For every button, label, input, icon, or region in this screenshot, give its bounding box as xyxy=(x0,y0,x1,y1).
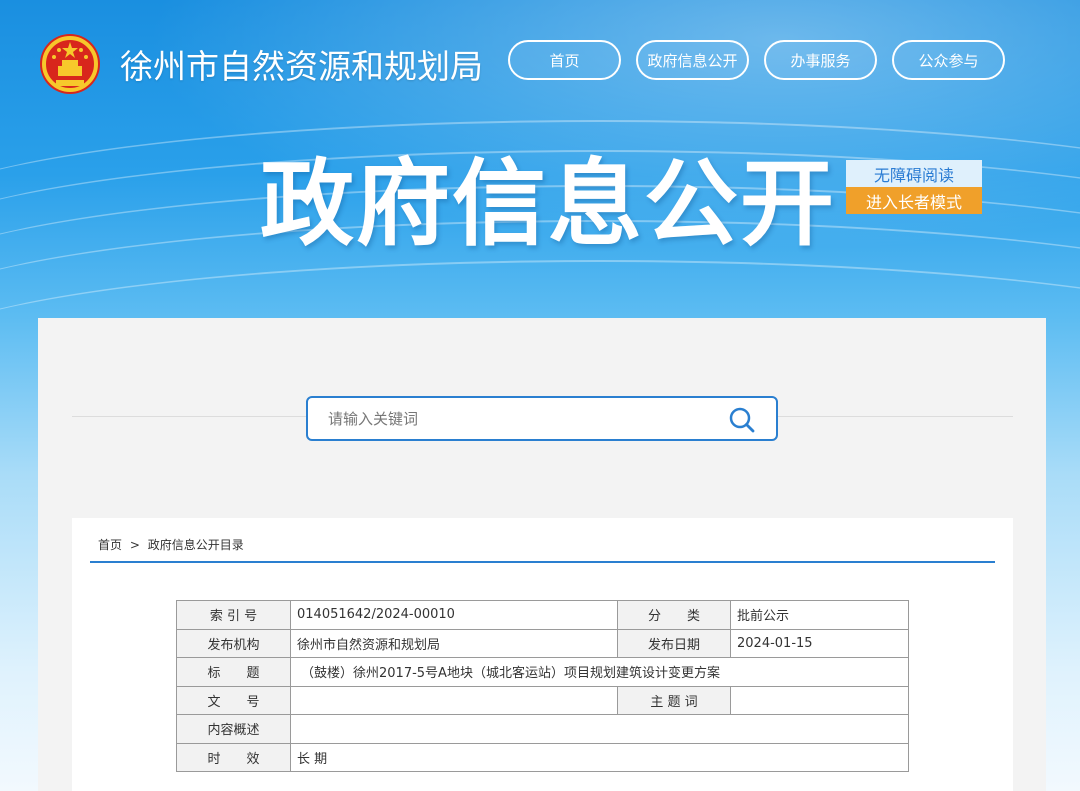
table-row: 内容概述 xyxy=(176,714,909,744)
nav-home[interactable]: 首页 xyxy=(508,40,621,80)
breadcrumb-home[interactable]: 首页 xyxy=(98,538,122,552)
breadcrumb-current[interactable]: 政府信息公开目录 xyxy=(148,538,244,552)
title-value: （鼓楼）徐州2017-5号A地块（城北客运站）项目规划建筑设计变更方案 xyxy=(290,657,909,687)
category-value: 批前公示 xyxy=(730,600,909,630)
summary-label: 内容概述 xyxy=(176,714,291,744)
info-table: 索 引 号 014051642/2024-00010 分 类 批前公示 发布机构… xyxy=(176,600,909,772)
accessibility-button[interactable]: 无障碍阅读 xyxy=(846,160,982,187)
table-row: 时 效 长 期 xyxy=(176,742,909,772)
doc-no-value xyxy=(290,685,618,715)
nav-services[interactable]: 办事服务 xyxy=(764,40,877,80)
date-value: 2024-01-15 xyxy=(730,628,909,658)
publisher-value: 徐州市自然资源和规划局 xyxy=(290,628,618,658)
summary-value xyxy=(290,714,909,744)
keywords-value xyxy=(730,685,909,715)
search-box xyxy=(306,396,778,441)
search-icon[interactable] xyxy=(728,406,756,434)
main-nav: 首页 政府信息公开 办事服务 公众参与 xyxy=(508,40,1005,80)
validity-label: 时 效 xyxy=(176,742,291,772)
site-title: 徐州市自然资源和规划局 xyxy=(120,47,483,86)
search-divider-right xyxy=(778,416,1013,417)
elder-mode-button[interactable]: 进入长者模式 xyxy=(846,187,982,214)
publisher-label: 发布机构 xyxy=(176,628,291,658)
breadcrumb-divider xyxy=(90,561,995,563)
info-panel: 首页 > 政府信息公开目录 索 引 号 014051642/2024-00010… xyxy=(72,518,1013,791)
hero-title: 政府信息公开 xyxy=(260,150,837,259)
national-emblem-icon xyxy=(40,34,100,94)
table-row: 发布机构 徐州市自然资源和规划局 发布日期 2024-01-15 xyxy=(176,628,909,658)
table-row: 文 号 主 题 词 xyxy=(176,685,909,715)
category-label: 分 类 xyxy=(617,600,731,630)
nav-gov-info[interactable]: 政府信息公开 xyxy=(636,40,749,80)
breadcrumb: 首页 > 政府信息公开目录 xyxy=(98,536,244,553)
date-label: 发布日期 xyxy=(617,628,731,658)
search-divider-left xyxy=(72,416,306,417)
doc-no-label: 文 号 xyxy=(176,685,291,715)
nav-public-participation[interactable]: 公众参与 xyxy=(892,40,1005,80)
keywords-label: 主 题 词 xyxy=(617,685,731,715)
table-row: 标 题 （鼓楼）徐州2017-5号A地块（城北客运站）项目规划建筑设计变更方案 xyxy=(176,657,909,687)
search-input[interactable] xyxy=(328,398,708,439)
table-row: 索 引 号 014051642/2024-00010 分 类 批前公示 xyxy=(176,600,909,630)
breadcrumb-separator: > xyxy=(129,538,140,552)
validity-value: 长 期 xyxy=(290,742,909,772)
index-value: 014051642/2024-00010 xyxy=(290,600,618,630)
index-label: 索 引 号 xyxy=(176,600,291,630)
title-label: 标 题 xyxy=(176,657,291,687)
